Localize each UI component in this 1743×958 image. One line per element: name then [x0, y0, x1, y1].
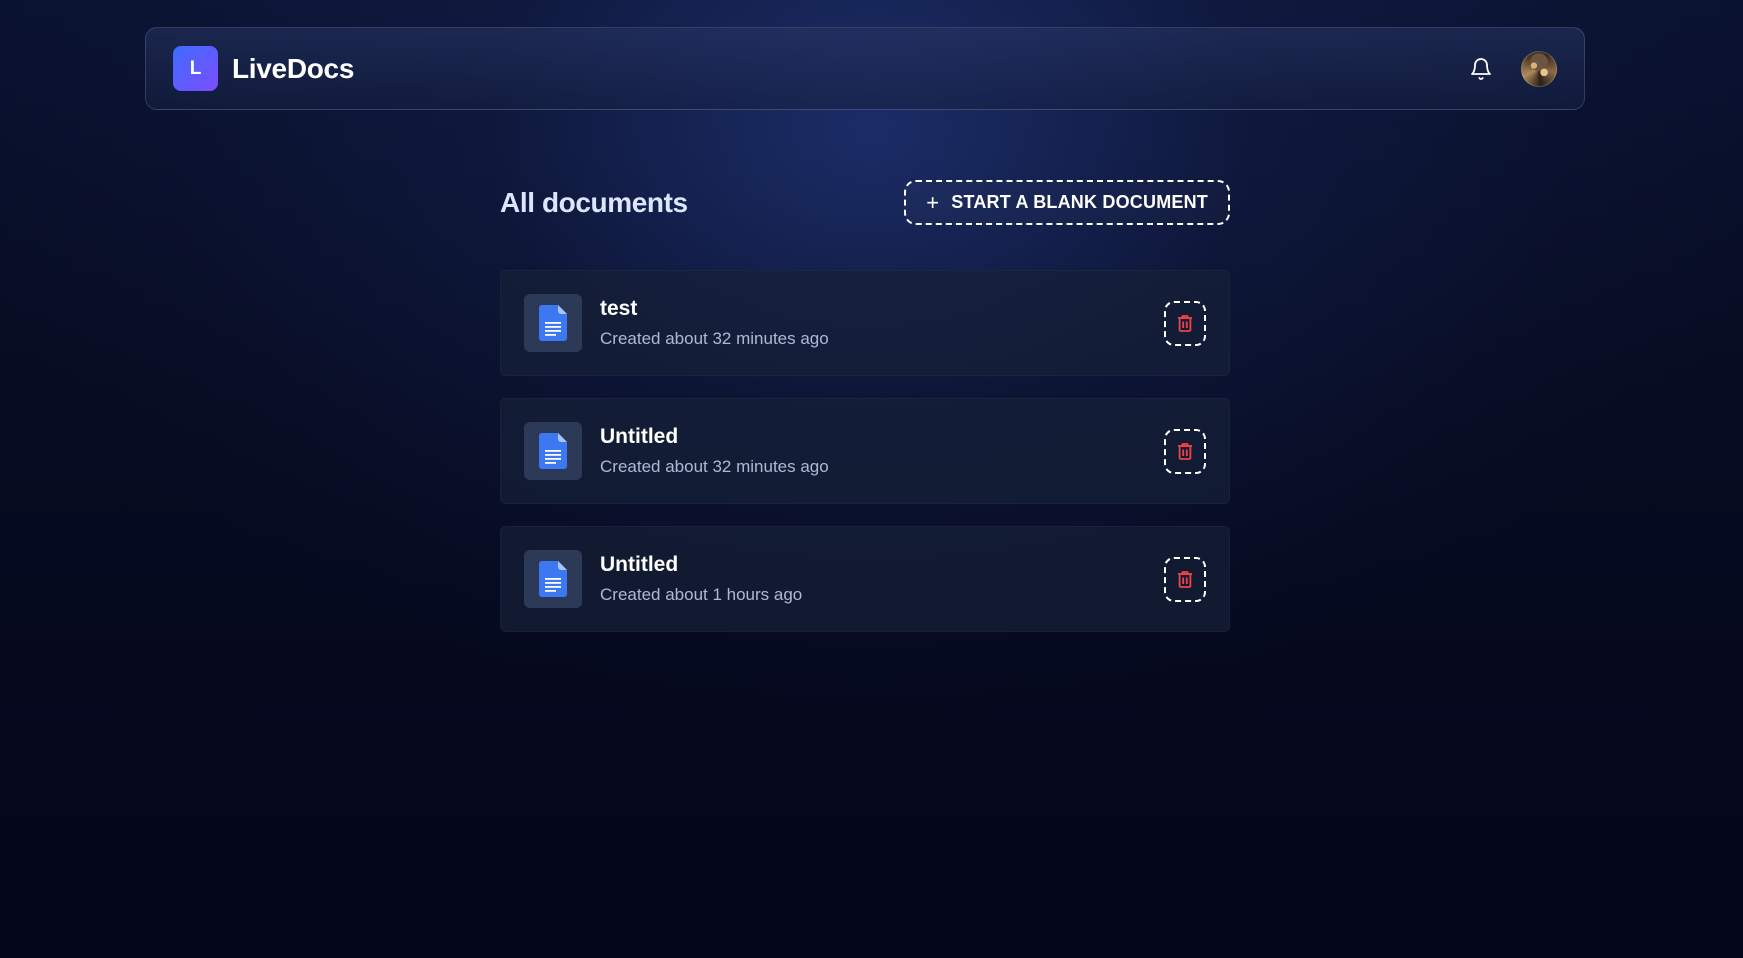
user-avatar[interactable]	[1521, 50, 1557, 87]
delete-document-button[interactable]	[1164, 428, 1206, 474]
top-navbar: L LiveDocs	[145, 27, 1585, 110]
document-icon	[539, 561, 567, 597]
document-icon-box	[524, 422, 582, 480]
document-list-item[interactable]: Untitled Created about 1 hours ago	[500, 526, 1230, 632]
trash-icon	[1178, 315, 1192, 332]
trash-icon	[1178, 443, 1192, 460]
document-icon-box	[524, 550, 582, 608]
bell-icon	[1471, 57, 1491, 80]
logo-mark: L	[173, 46, 218, 91]
document-list-item[interactable]: Untitled Created about 32 minutes ago	[500, 398, 1230, 504]
document-created-time: Created about 32 minutes ago	[600, 457, 829, 476]
document-text: Untitled Created about 32 minutes ago	[600, 425, 829, 477]
document-title: Untitled	[600, 553, 679, 576]
document-icon	[539, 305, 567, 341]
document-text: Untitled Created about 1 hours ago	[600, 553, 802, 605]
document-list: test Created about 32 minutes ago Untitl…	[500, 270, 1230, 632]
logo-link[interactable]: L LiveDocs	[173, 46, 354, 91]
document-title: Untitled	[600, 425, 679, 448]
logo-letter: L	[189, 57, 202, 79]
plus-icon: +	[926, 189, 940, 215]
document-title: test	[600, 297, 638, 320]
document-list-item[interactable]: test Created about 32 minutes ago	[500, 270, 1230, 376]
start-blank-document-button[interactable]: + START A BLANK DOCUMENT	[904, 180, 1230, 225]
page-title: All documents	[500, 186, 688, 218]
delete-document-button[interactable]	[1164, 300, 1206, 346]
trash-icon	[1178, 571, 1192, 588]
header-actions	[1465, 50, 1557, 87]
start-blank-document-label: START A BLANK DOCUMENT	[951, 192, 1208, 212]
document-created-time: Created about 1 hours ago	[600, 585, 803, 604]
document-icon-box	[524, 294, 582, 352]
documents-header: All documents + START A BLANK DOCUMENT	[500, 180, 1230, 225]
delete-document-button[interactable]	[1164, 556, 1206, 602]
document-text: test Created about 32 minutes ago	[600, 297, 829, 349]
document-icon	[539, 433, 567, 469]
app-name: LiveDocs	[232, 52, 355, 84]
documents-section: All documents + START A BLANK DOCUMENT t…	[500, 180, 1230, 632]
notifications-button[interactable]	[1465, 53, 1497, 85]
document-created-time: Created about 32 minutes ago	[600, 329, 829, 348]
